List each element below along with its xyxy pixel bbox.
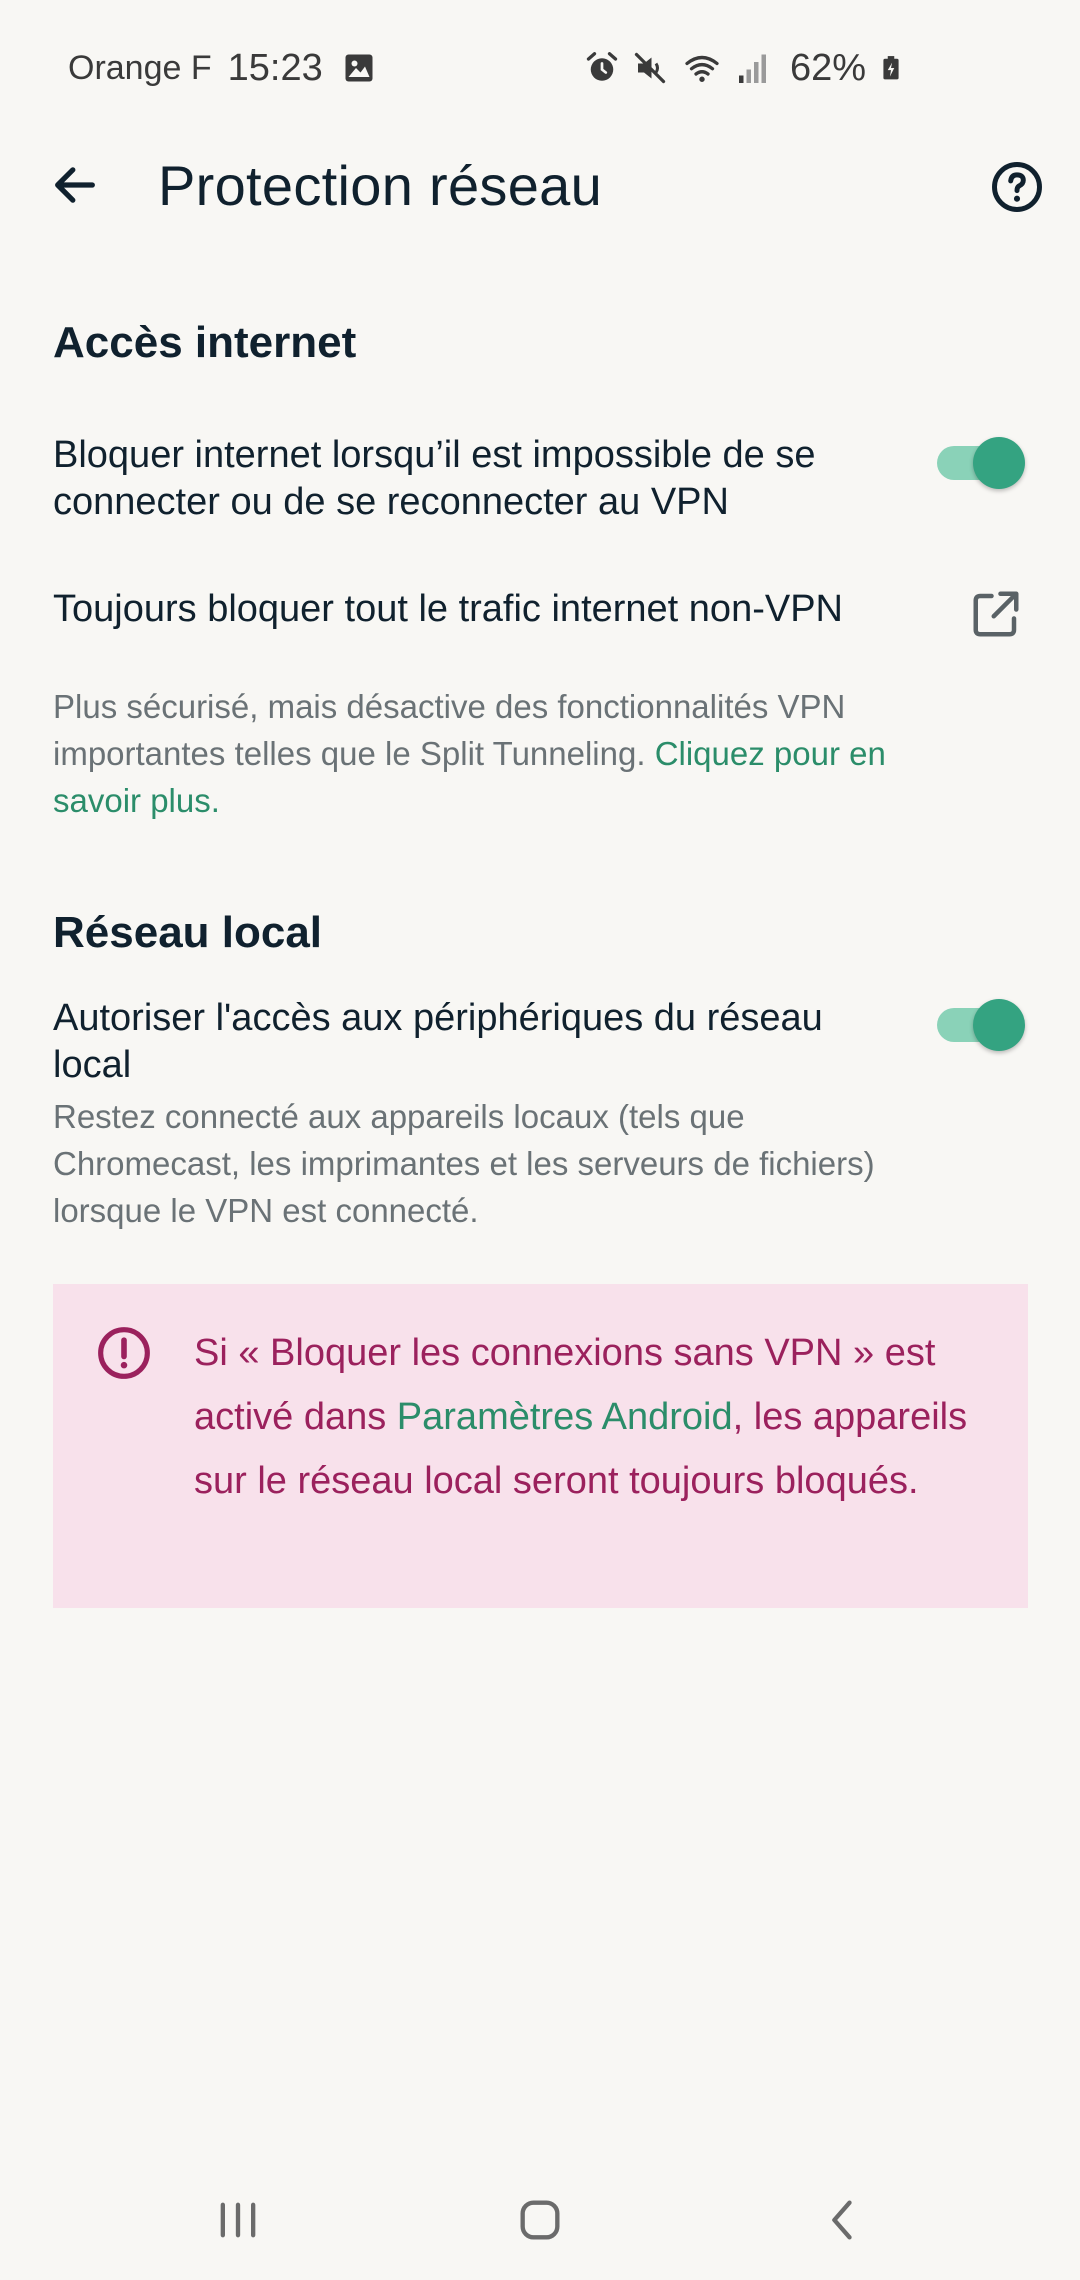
chevron-left-icon <box>832 2200 852 2240</box>
signal-icon <box>738 54 766 83</box>
home-icon <box>520 2200 560 2240</box>
kill-switch-toggle[interactable] <box>935 432 1025 492</box>
warning-text: Si « Bloquer les connexions sans VPN » e… <box>194 1321 994 1513</box>
alert-circle-icon <box>98 1327 150 1379</box>
status-bar: Orange F 15:23 62% <box>0 0 1080 135</box>
lan-access-toggle[interactable] <box>935 994 1025 1054</box>
help-button[interactable] <box>983 153 1051 221</box>
back-button[interactable] <box>40 150 110 220</box>
android-settings-link[interactable]: Paramètres Android <box>397 1396 733 1438</box>
arrow-back-icon <box>55 167 95 203</box>
recent-apps-icon <box>220 2202 256 2238</box>
nav-back-button[interactable] <box>803 2180 883 2260</box>
toggle-thumb <box>973 437 1025 489</box>
mute-icon <box>634 52 666 84</box>
status-left: Orange F 15:23 <box>68 44 377 92</box>
image-icon <box>345 54 373 82</box>
recent-apps-button[interactable] <box>198 2180 278 2260</box>
always-block-description: Plus sécurisé, mais désactive des foncti… <box>53 683 893 824</box>
section-heading-internet: Accès internet <box>53 318 357 367</box>
lan-access-label: Autoriser l'accès aux périphériques du r… <box>53 997 823 1086</box>
always-block-external-link[interactable] <box>966 584 1026 644</box>
open-external-icon <box>973 591 1019 637</box>
lan-access-description: Restez connecté aux appareils locaux (te… <box>53 1098 875 1229</box>
status-time: 15:23 <box>227 46 323 89</box>
page-title: Protection réseau <box>158 154 603 217</box>
always-block-label[interactable]: Toujours bloquer tout le trafic internet… <box>53 586 893 633</box>
alarm-icon <box>586 52 618 81</box>
help-circle-icon <box>992 162 1042 212</box>
toggle-thumb <box>973 999 1025 1051</box>
battery-percent: 62% <box>789 46 866 89</box>
status-right: 62% <box>584 44 904 92</box>
battery-icon <box>883 56 899 80</box>
home-button[interactable] <box>500 2180 580 2260</box>
wifi-icon <box>685 55 719 82</box>
section-heading-local-network: Réseau local <box>53 908 323 957</box>
carrier-name: Orange F <box>68 48 212 87</box>
kill-switch-label: Bloquer internet lorsqu’il est impossibl… <box>53 434 816 523</box>
